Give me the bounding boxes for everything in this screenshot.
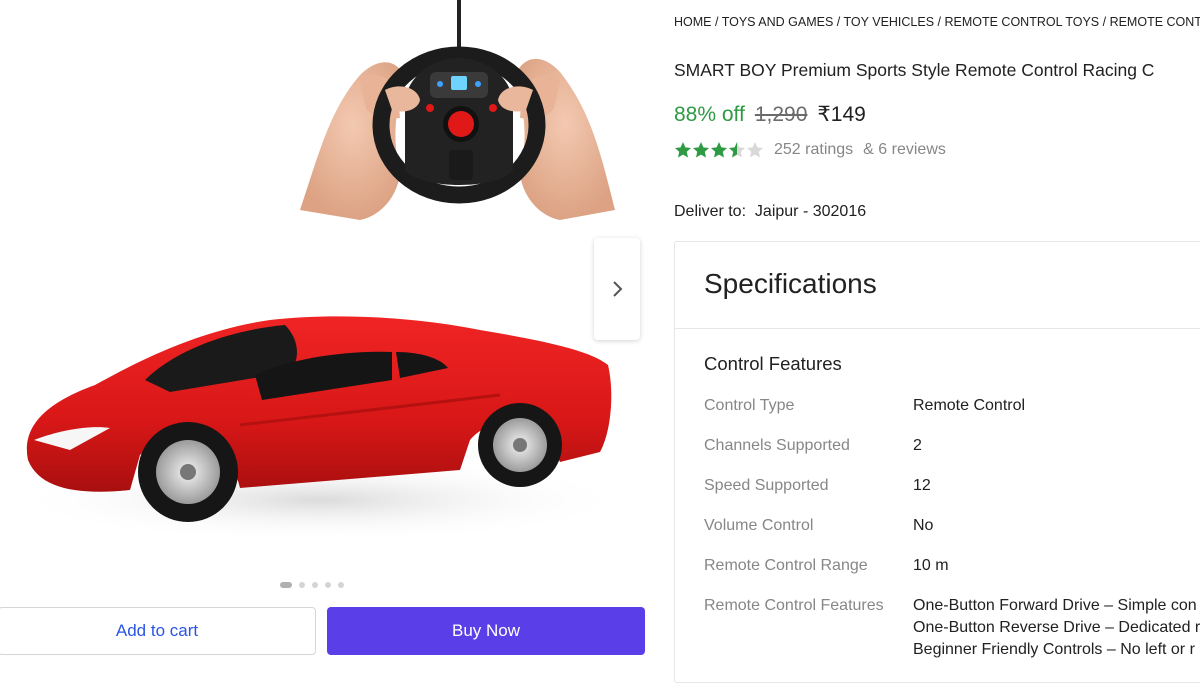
star-icon (675, 142, 691, 158)
star-rating (674, 141, 764, 159)
spec-key: Channels Supported (704, 437, 850, 454)
spec-value: 2 (913, 437, 922, 454)
image-pager (280, 582, 344, 588)
deliver-pincode: Jaipur - 302016 (754, 203, 867, 220)
original-price: 1,290 (754, 103, 808, 126)
chevron-right-icon (613, 281, 623, 297)
rating-row: 252 ratings & 6 reviews (674, 141, 946, 159)
pager-dot[interactable] (280, 582, 292, 588)
spec-key: Volume Control (704, 517, 814, 534)
spec-value: 12 (913, 477, 931, 494)
pager-dot[interactable] (325, 582, 331, 588)
price-row: 88% off 1,290 ₹149 (674, 102, 866, 127)
product-details: HOME / TOYS AND GAMES / TOY VEHICLES / R… (674, 0, 1200, 683)
pager-dot[interactable] (312, 582, 318, 588)
spec-value-line: One-Button Forward Drive – Simple con (913, 597, 1197, 614)
breadcrumb-item[interactable]: REMOTE CONTROL TOYS (944, 15, 1099, 29)
product-gallery: Add to cart Buy Now (0, 0, 660, 665)
discount-label: 88% off (674, 103, 745, 126)
specifications-header: Specifications (675, 242, 1200, 329)
steering-remote-image (372, 46, 546, 204)
reviews-count[interactable]: & 6 reviews (863, 141, 946, 159)
breadcrumb-item[interactable]: REMOTE CONTROL T (1110, 15, 1200, 29)
spec-value-line: One-Button Reverse Drive – Dedicated r (913, 619, 1200, 636)
spec-group-title: Control Features (704, 353, 842, 374)
next-image-button[interactable] (594, 238, 640, 340)
star-icon (711, 142, 727, 158)
add-to-cart-button[interactable]: Add to cart (0, 607, 316, 655)
product-title: SMART BOY Premium Sports Style Remote Co… (674, 60, 1155, 80)
spec-value: Remote Control (913, 397, 1026, 414)
pager-dot[interactable] (338, 582, 344, 588)
specifications-title: Specifications (704, 268, 877, 299)
ratings-count[interactable]: 252 ratings (774, 141, 853, 159)
specifications-card: Specifications Control Features Control … (674, 241, 1200, 683)
breadcrumb-item[interactable]: TOYS AND GAMES (722, 15, 834, 29)
purchase-actions: Add to cart Buy Now (0, 597, 660, 665)
spec-key: Remote Control Features (704, 597, 884, 614)
star-icon (729, 142, 745, 158)
buy-now-button[interactable]: Buy Now (327, 607, 645, 655)
breadcrumb-item[interactable]: TOY VEHICLES (844, 15, 935, 29)
spec-key: Remote Control Range (704, 557, 868, 574)
deliver-label: Deliver to: (674, 203, 747, 220)
star-icon (693, 142, 709, 158)
pager-dot[interactable] (299, 582, 305, 588)
delivery-location[interactable]: Deliver to: Jaipur - 302016 (674, 203, 866, 221)
spec-value: 10 m (913, 557, 949, 574)
spec-value: No (913, 517, 934, 534)
star-icon (747, 142, 763, 158)
breadcrumb-item[interactable]: HOME (674, 15, 712, 29)
spec-key: Control Type (704, 397, 795, 414)
breadcrumb: HOME / TOYS AND GAMES / TOY VEHICLES / R… (674, 15, 1200, 29)
spec-key: Speed Supported (704, 477, 829, 494)
selling-price: ₹149 (817, 103, 866, 126)
product-image (10, 0, 630, 542)
spec-value-line: Beginner Friendly Controls – No left or … (913, 641, 1195, 658)
spec-value: One-Button Forward Drive – Simple con On… (913, 595, 1200, 661)
